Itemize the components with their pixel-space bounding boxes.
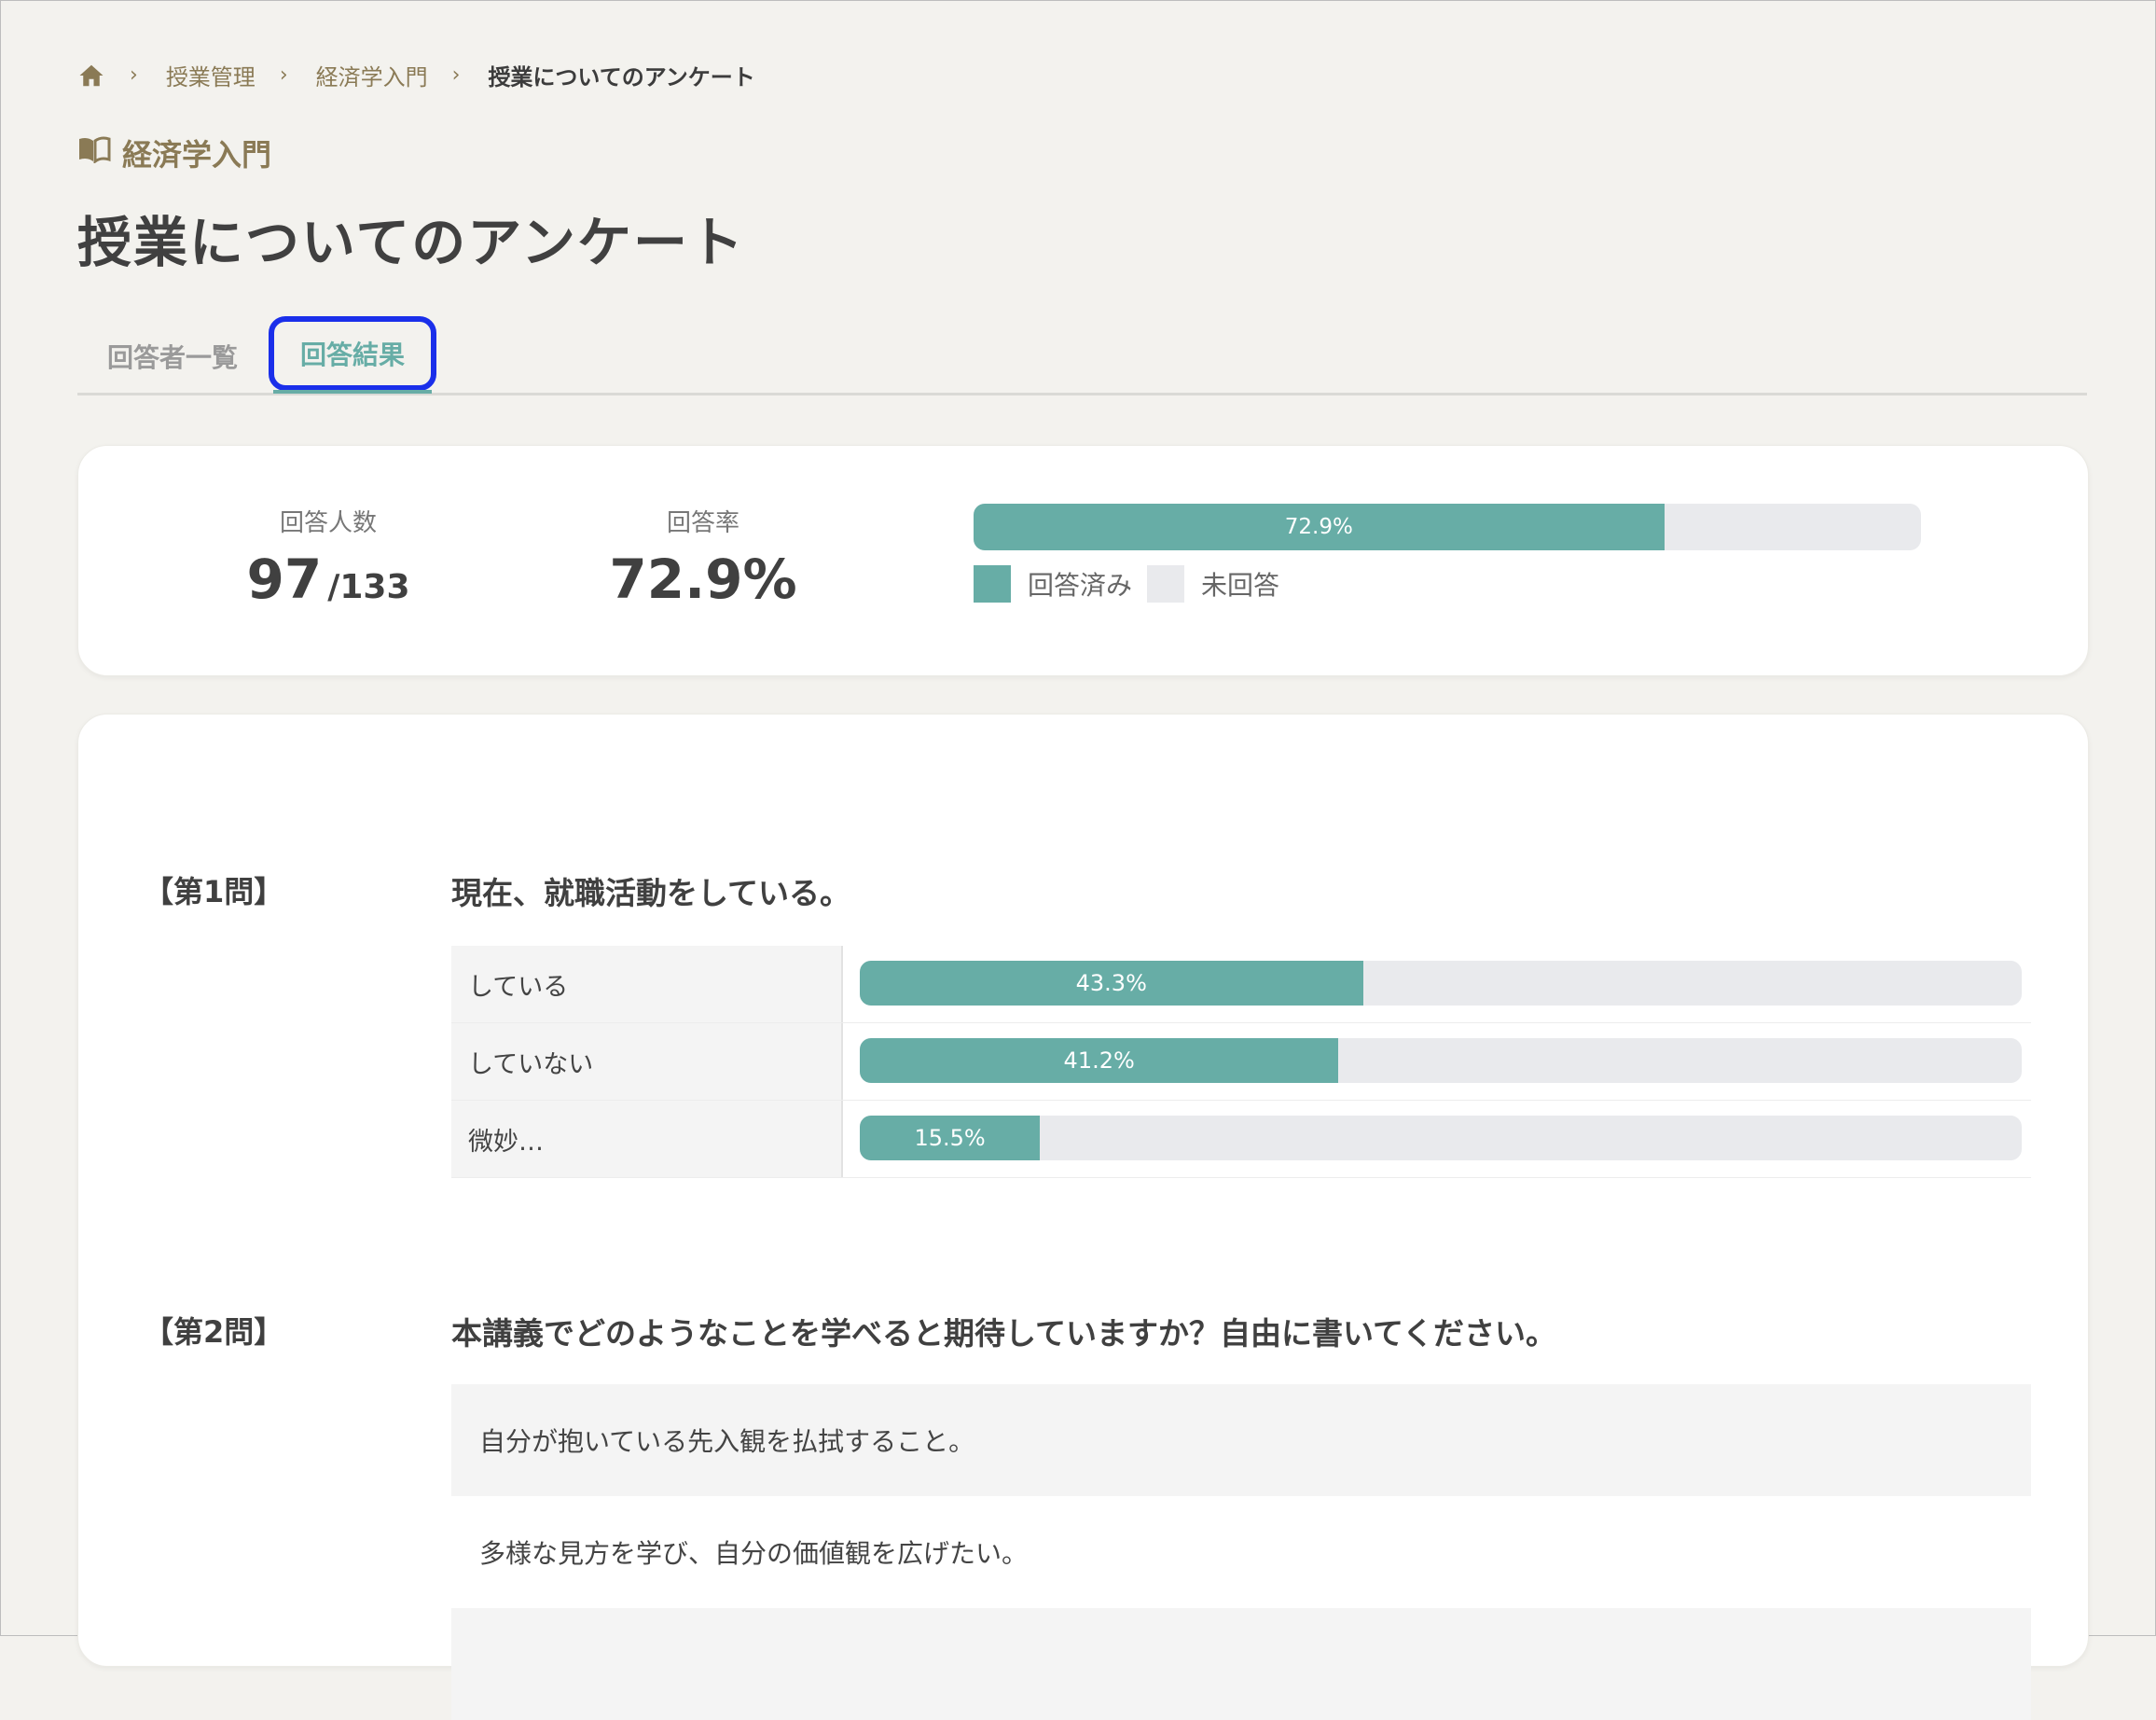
option-bar: 41.2% xyxy=(860,1038,2022,1083)
option-bar: 43.3% xyxy=(860,961,2022,1006)
legend: 回答済み 未回答 xyxy=(974,565,1279,603)
rate-stat: 回答率 72.9% xyxy=(591,504,815,611)
book-icon xyxy=(77,135,111,171)
option-bar-fill: 43.3% xyxy=(860,961,1363,1006)
option-results: している 43.3% していない 41.2% 微妙… 15.5% xyxy=(451,946,2031,1178)
legend-swatch-answered xyxy=(974,565,1011,603)
option-bar-fill: 15.5% xyxy=(860,1116,1041,1160)
option-row: 微妙… 15.5% xyxy=(451,1101,2031,1178)
option-label: していない xyxy=(451,1023,843,1100)
question-text: 本講義でどのようなことを学べると期待していますか？自由に書いてください。 xyxy=(451,1315,1557,1352)
question-text: 現在、就職活動をしている。 xyxy=(451,875,851,911)
legend-label-answered: 回答済み xyxy=(1028,570,1133,601)
answer-item: 自分が抱いている先入観を払拭すること。 xyxy=(451,1384,2031,1496)
active-tab-indicator xyxy=(273,390,432,394)
option-label: している xyxy=(451,946,843,1022)
breadcrumb-item-course[interactable]: 経済学入門 xyxy=(316,59,428,91)
response-rate-fill: 72.9% xyxy=(974,504,1665,550)
breadcrumb-item-course-management[interactable]: 授業管理 xyxy=(166,59,256,91)
option-label: 微妙… xyxy=(451,1101,843,1177)
page-title: 授業についてのアンケート xyxy=(77,211,745,274)
rate-label: 回答率 xyxy=(666,509,739,537)
option-row: していない 41.2% xyxy=(451,1023,2031,1101)
option-bar-fill: 41.2% xyxy=(860,1038,1339,1083)
respondents-value: 97/133 xyxy=(235,548,422,611)
chevron-right-icon: › xyxy=(130,63,138,87)
breadcrumb-current: 授業についてのアンケート xyxy=(488,64,755,90)
response-rate-bar: 72.9% xyxy=(974,504,1921,550)
home-icon[interactable] xyxy=(77,62,105,90)
breadcrumb: › 授業管理 › 経済学入門 › 授業についてのアンケート xyxy=(77,59,755,91)
respondents-stat: 回答人数 97/133 xyxy=(235,504,422,611)
legend-swatch-unanswered xyxy=(1147,565,1185,603)
tab-bar: 回答者一覧 回答結果 xyxy=(77,316,2087,395)
legend-label-unanswered: 未回答 xyxy=(1201,570,1280,601)
option-bar: 15.5% xyxy=(860,1116,2022,1160)
rate-value: 72.9% xyxy=(609,548,797,611)
summary-card: 回答人数 97/133 回答率 72.9% 72.9% 回答済み 未回答 xyxy=(77,445,2089,676)
course-title: 経済学入門 xyxy=(122,137,272,173)
answer-item xyxy=(451,1608,2031,1720)
respondents-total: /133 xyxy=(327,568,410,606)
chevron-right-icon: › xyxy=(279,63,288,87)
results-card: 【第1問】 現在、就職活動をしている。 している 43.3% していない 41.… xyxy=(77,714,2089,1720)
respondents-label: 回答人数 xyxy=(279,509,377,537)
tab-results[interactable]: 回答結果 xyxy=(269,316,437,391)
answer-item: 多様な見方を学び、自分の価値観を広げたい。 xyxy=(479,1538,1029,1569)
question-number: 【第1問】 xyxy=(144,874,284,909)
question-number: 【第2問】 xyxy=(144,1314,284,1350)
free-text-answers: 自分が抱いている先入観を払拭すること。 多様な見方を学び、自分の価値観を広げたい… xyxy=(451,1384,2031,1720)
respondents-count: 97 xyxy=(246,548,323,611)
option-row: している 43.3% xyxy=(451,946,2031,1023)
tab-respondent-list[interactable]: 回答者一覧 xyxy=(107,320,238,393)
course-heading: 経済学入門 xyxy=(77,132,271,174)
chevron-right-icon: › xyxy=(451,63,461,87)
